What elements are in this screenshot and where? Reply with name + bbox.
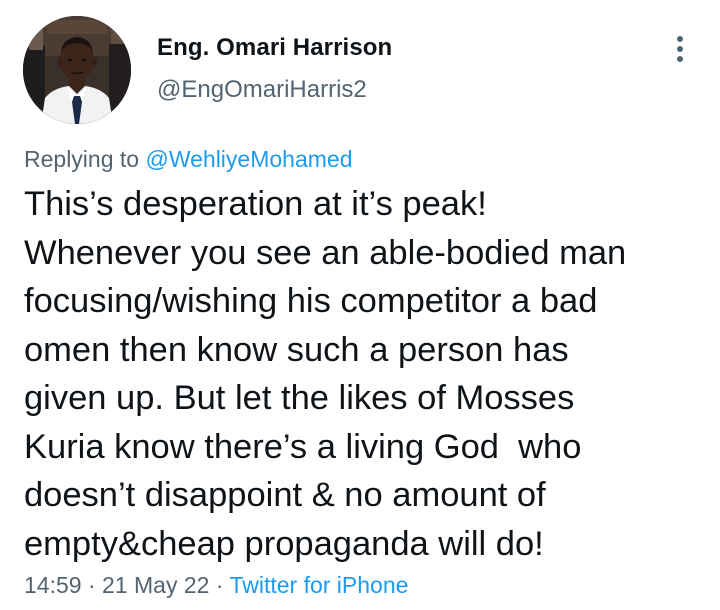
replying-to-label: Replying to — [24, 146, 146, 172]
more-vertical-icon-dot-3 — [677, 56, 683, 62]
tweet-text-line: This’s desperation at it’s peak! — [24, 185, 487, 223]
tweet-text-line: focusing/wishing his competitor a bad — [24, 282, 598, 320]
replying-to: Replying to @WehliyeMohamed — [24, 146, 352, 173]
tweet: Eng. Omari Harrison @EngOmariHarris2 Rep… — [0, 0, 720, 610]
tweet-source-link[interactable]: Twitter for iPhone — [229, 572, 408, 598]
more-vertical-icon — [677, 36, 683, 42]
avatar-photo — [23, 16, 131, 124]
author-display-name[interactable]: Eng. Omari Harrison — [157, 34, 392, 62]
tweet-text-line: given up. But let the likes of Mosses — [24, 379, 575, 417]
avatar[interactable] — [23, 16, 131, 124]
tweet-text: This’s desperation at it’s peak! Wheneve… — [24, 180, 714, 568]
author-handle[interactable]: @EngOmariHarris2 — [157, 76, 367, 104]
tweet-date[interactable]: 21 May 22 — [102, 572, 209, 598]
tweet-time[interactable]: 14:59 — [24, 572, 82, 598]
more-options-button[interactable] — [664, 30, 696, 66]
tweet-text-line: Kuria know there’s a living God who — [24, 427, 582, 466]
more-vertical-icon-dot-2 — [677, 46, 683, 52]
tweet-metadata: 14:59 · 21 May 22 · Twitter for iPhone — [24, 572, 408, 599]
tweet-text-line: doesn’t disappoint & no amount of — [24, 476, 546, 514]
tweet-text-line: omen then know such a person has — [24, 330, 569, 369]
meta-separator: · — [209, 572, 230, 598]
tweet-text-line: empty&cheap propaganda will do! — [24, 524, 544, 563]
meta-separator: · — [81, 572, 103, 598]
reply-mention-link[interactable]: @WehliyeMohamed — [145, 146, 352, 172]
tweet-text-line: Whenever you see an able-bodied man — [24, 233, 627, 272]
